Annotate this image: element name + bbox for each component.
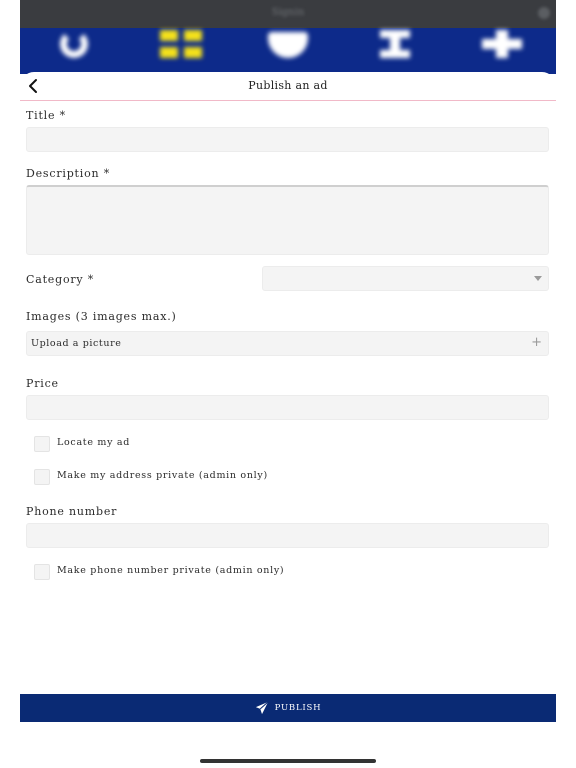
home-indicator: [200, 759, 376, 763]
locate-label: Locate my ad: [57, 437, 131, 448]
send-icon: [255, 701, 269, 715]
phone-input[interactable]: [26, 523, 549, 548]
sheet-header: Publish an ad: [20, 72, 556, 101]
category-select[interactable]: [262, 266, 549, 291]
phone-private-label: Make phone number private (admin only): [57, 565, 285, 576]
title-label: Title *: [26, 109, 66, 122]
publish-button[interactable]: PUBLISH: [20, 694, 556, 722]
phone-private-checkbox[interactable]: [34, 564, 50, 580]
upload-label: Upload a picture: [31, 338, 122, 349]
description-label: Description *: [26, 167, 110, 180]
price-input[interactable]: [26, 395, 549, 420]
upload-picture-button[interactable]: Upload a picture +: [26, 331, 549, 356]
address-private-label: Make my address private (admin only): [57, 470, 268, 481]
publish-button-content: PUBLISH: [20, 694, 556, 722]
price-label: Price: [26, 377, 59, 390]
app-frame: Signin Publish an ad Title * Description…: [20, 0, 556, 768]
title-input[interactable]: [26, 127, 549, 152]
locate-checkbox[interactable]: [34, 436, 50, 452]
phone-label: Phone number: [26, 505, 118, 518]
background-title: Signin: [271, 7, 305, 18]
sheet-title: Publish an ad: [248, 79, 328, 92]
images-label: Images (3 images max.): [26, 310, 177, 323]
category-label: Category *: [26, 273, 95, 286]
grid-icon: [160, 30, 204, 60]
background-settings-icon: [538, 7, 550, 19]
background-icon-bar: [20, 28, 556, 74]
horseshoe-icon: [60, 30, 88, 58]
chevron-down-icon: [534, 276, 542, 281]
background-top-bar: Signin: [20, 0, 556, 28]
plus-icon: +: [531, 335, 542, 350]
address-private-checkbox[interactable]: [34, 469, 50, 485]
publish-ad-sheet: Publish an ad Title * Description * Cate…: [20, 72, 556, 768]
publish-label: PUBLISH: [274, 703, 322, 713]
shield-icon: [268, 32, 308, 58]
plus-icon: [482, 30, 522, 58]
hourglass-icon: [380, 30, 410, 58]
description-textarea[interactable]: [26, 185, 549, 255]
